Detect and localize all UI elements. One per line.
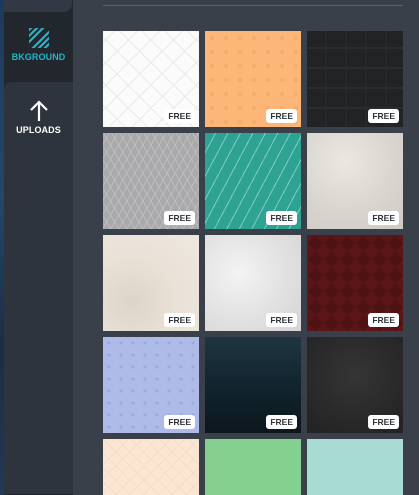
free-badge: FREE: [266, 109, 297, 123]
background-tile[interactable]: FREE: [205, 337, 301, 433]
upload-arrow-icon: [29, 100, 48, 121]
background-tile[interactable]: FREE: [103, 31, 199, 127]
sidebar-item-uploads[interactable]: UPLOADS: [4, 82, 73, 494]
panel-divider: [103, 5, 403, 6]
sidebar-item-previous[interactable]: [4, 0, 72, 12]
background-tile[interactable]: FREE: [307, 31, 403, 127]
free-badge: FREE: [164, 415, 195, 429]
free-badge: FREE: [368, 415, 399, 429]
free-badge: FREE: [266, 211, 297, 225]
sidebar-item-background[interactable]: BKGROUND: [4, 28, 73, 72]
background-tile[interactable]: [205, 439, 301, 495]
background-tile[interactable]: FREE: [205, 235, 301, 331]
free-badge: FREE: [368, 313, 399, 327]
background-stripes-icon: [28, 28, 49, 48]
free-badge: FREE: [368, 211, 399, 225]
free-badge: FREE: [266, 313, 297, 327]
background-tile[interactable]: FREE: [307, 235, 403, 331]
free-badge: FREE: [164, 211, 195, 225]
sidebar-item-label: UPLOADS: [16, 125, 61, 135]
background-tile[interactable]: FREE: [307, 133, 403, 229]
free-badge: FREE: [266, 415, 297, 429]
sidebar-item-label: BKGROUND: [11, 52, 66, 62]
background-tile[interactable]: [307, 439, 403, 495]
background-tile[interactable]: FREE: [103, 337, 199, 433]
background-tile[interactable]: FREE: [103, 133, 199, 229]
background-tile[interactable]: FREE: [307, 337, 403, 433]
background-tile[interactable]: FREE: [205, 133, 301, 229]
free-badge: FREE: [164, 109, 195, 123]
background-tile[interactable]: [103, 439, 199, 495]
background-tile[interactable]: FREE: [205, 31, 301, 127]
free-badge: FREE: [164, 313, 195, 327]
free-badge: FREE: [368, 109, 399, 123]
background-tile[interactable]: FREE: [103, 235, 199, 331]
